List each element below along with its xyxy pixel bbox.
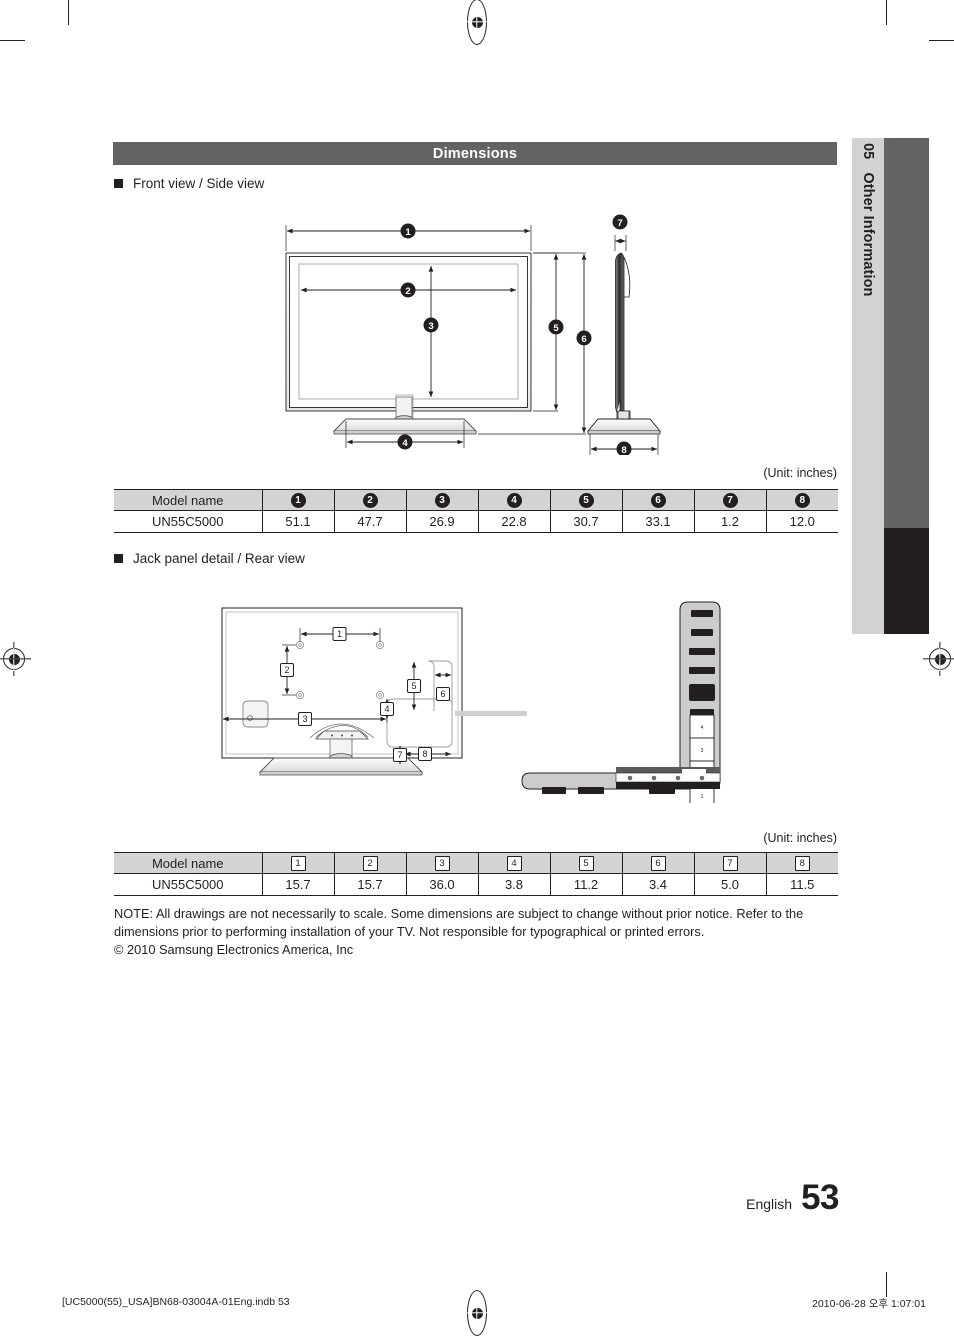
column-header-2: 2 xyxy=(333,852,407,874)
column-header-7: 7 xyxy=(693,489,767,511)
crop-mark-bottom-right-vertical xyxy=(886,1272,888,1297)
note-body: NOTE: All drawings are not necessarily t… xyxy=(114,906,804,939)
column-header-5: 5 xyxy=(549,489,623,511)
svg-text:8: 8 xyxy=(422,749,427,759)
page-number: 53 xyxy=(801,1178,839,1217)
column-header-8: 8 xyxy=(765,489,838,511)
svg-text:6: 6 xyxy=(581,334,586,345)
cell-model: UN55C5000 xyxy=(114,510,263,533)
table-header-row: Model name 1 2 3 4 5 6 7 8 xyxy=(114,489,838,511)
svg-text:6: 6 xyxy=(440,689,445,699)
column-header-6: 6 xyxy=(621,489,695,511)
chapter-bar-gray xyxy=(884,138,929,528)
cell-value-7: 1.2 xyxy=(693,510,767,533)
column-header-1: 1 xyxy=(261,852,335,874)
svg-text:8: 8 xyxy=(621,445,627,455)
column-header-4: 4 xyxy=(477,852,551,874)
unit-label-rear: (Unit: inches) xyxy=(763,831,837,845)
crop-mark-top-right-vertical xyxy=(886,0,888,25)
print-footer-filename: [UC5000(55)_USA]BN68-03004A-01Eng.indb 5… xyxy=(62,1296,290,1308)
svg-text:4: 4 xyxy=(384,704,389,714)
crop-mark-top-left-horizontal xyxy=(0,40,25,42)
column-header-6: 6 xyxy=(621,852,695,874)
cell-value-7: 5.0 xyxy=(693,873,767,896)
chapter-tab: 05 Other Information xyxy=(852,138,884,634)
section-title: Dimensions xyxy=(113,142,837,165)
crop-mark-top-right-horizontal xyxy=(929,40,954,42)
svg-text:7: 7 xyxy=(617,218,622,229)
cell-value-1: 15.7 xyxy=(261,873,335,896)
svg-text:2: 2 xyxy=(284,665,289,675)
unit-label-front: (Unit: inches) xyxy=(763,466,837,480)
cell-value-4: 3.8 xyxy=(477,873,551,896)
cell-value-1: 51.1 xyxy=(261,510,335,533)
cell-value-3: 36.0 xyxy=(405,873,479,896)
table-row: UN55C5000 15.7 15.7 36.0 3.8 11.2 3.4 5.… xyxy=(114,873,838,896)
front-side-view-drawing: 1 2 3 4 5 6 7 8 xyxy=(285,214,661,455)
copyright-line: © 2010 Samsung Electronics America, Inc xyxy=(114,942,354,957)
dimensions-table-front: Model name 1 2 3 4 5 6 7 8 UN55C5000 51.… xyxy=(114,489,838,533)
cell-value-5: 30.7 xyxy=(549,510,623,533)
cell-value-5: 11.2 xyxy=(549,873,623,896)
dimensions-table-rear: Model name 1 2 3 4 5 6 7 8 UN55C5000 15.… xyxy=(114,852,838,896)
svg-text:5: 5 xyxy=(411,681,416,691)
heading-front-side-view-label: Front view / Side view xyxy=(133,176,265,191)
rear-view-jack-panel-drawing: 1 2 3 4 5 6 7 8 4 3 2 1 xyxy=(221,601,721,803)
cell-value-2: 15.7 xyxy=(333,873,407,896)
svg-text:1: 1 xyxy=(405,227,411,238)
svg-text:1: 1 xyxy=(701,794,704,800)
svg-text:2: 2 xyxy=(405,286,410,297)
heading-front-side-view: Front view / Side view xyxy=(114,176,264,191)
column-header-3: 3 xyxy=(405,489,479,511)
page-language: English xyxy=(746,1196,793,1212)
cell-value-6: 3.4 xyxy=(621,873,695,896)
column-header-7: 7 xyxy=(693,852,767,874)
column-header-3: 3 xyxy=(405,852,479,874)
svg-text:7: 7 xyxy=(397,750,402,760)
chapter-bar-dark xyxy=(884,528,929,634)
column-header-8: 8 xyxy=(765,852,838,874)
cell-value-8: 11.5 xyxy=(765,873,838,896)
svg-text:4: 4 xyxy=(402,438,408,449)
registration-mark-right xyxy=(929,648,951,670)
svg-text:1: 1 xyxy=(337,629,342,639)
svg-text:5: 5 xyxy=(553,323,559,334)
cell-value-8: 12.0 xyxy=(765,510,838,533)
note-block: NOTE: All drawings are not necessarily t… xyxy=(114,905,842,959)
page-number-block: English 53 xyxy=(746,1178,839,1218)
heading-jack-panel-rear-view: Jack panel detail / Rear view xyxy=(114,551,305,566)
registration-mark-bottom-center xyxy=(467,1290,487,1336)
registration-mark-top-center xyxy=(467,0,487,45)
print-footer-timestamp: 2010-06-28 오후 1:07:01 xyxy=(812,1298,926,1310)
registration-mark-left xyxy=(3,648,25,670)
cell-value-2: 47.7 xyxy=(333,510,407,533)
chapter-tab-text: 05 Other Information xyxy=(852,138,884,634)
chapter-number: 05 xyxy=(860,143,876,160)
cell-model: UN55C5000 xyxy=(114,873,263,896)
svg-text:3: 3 xyxy=(701,748,704,754)
column-header-model: Model name xyxy=(114,489,263,511)
svg-text:3: 3 xyxy=(302,714,307,724)
column-header-model: Model name xyxy=(114,852,263,874)
table-row: UN55C5000 51.1 47.7 26.9 22.8 30.7 33.1 … xyxy=(114,510,838,533)
cell-value-3: 26.9 xyxy=(405,510,479,533)
chapter-label: Other Information xyxy=(860,172,876,297)
column-header-2: 2 xyxy=(333,489,407,511)
cell-value-6: 33.1 xyxy=(621,510,695,533)
cell-value-4: 22.8 xyxy=(477,510,551,533)
crop-mark-top-left-vertical xyxy=(68,0,70,25)
column-header-1: 1 xyxy=(261,489,335,511)
heading-jack-panel-rear-view-label: Jack panel detail / Rear view xyxy=(133,551,305,566)
svg-text:3: 3 xyxy=(428,321,433,332)
square-bullet-icon xyxy=(114,179,123,188)
column-header-4: 4 xyxy=(477,489,551,511)
square-bullet-icon xyxy=(114,554,123,563)
svg-text:4: 4 xyxy=(701,725,704,731)
column-header-5: 5 xyxy=(549,852,623,874)
table-header-row: Model name 1 2 3 4 5 6 7 8 xyxy=(114,852,838,874)
